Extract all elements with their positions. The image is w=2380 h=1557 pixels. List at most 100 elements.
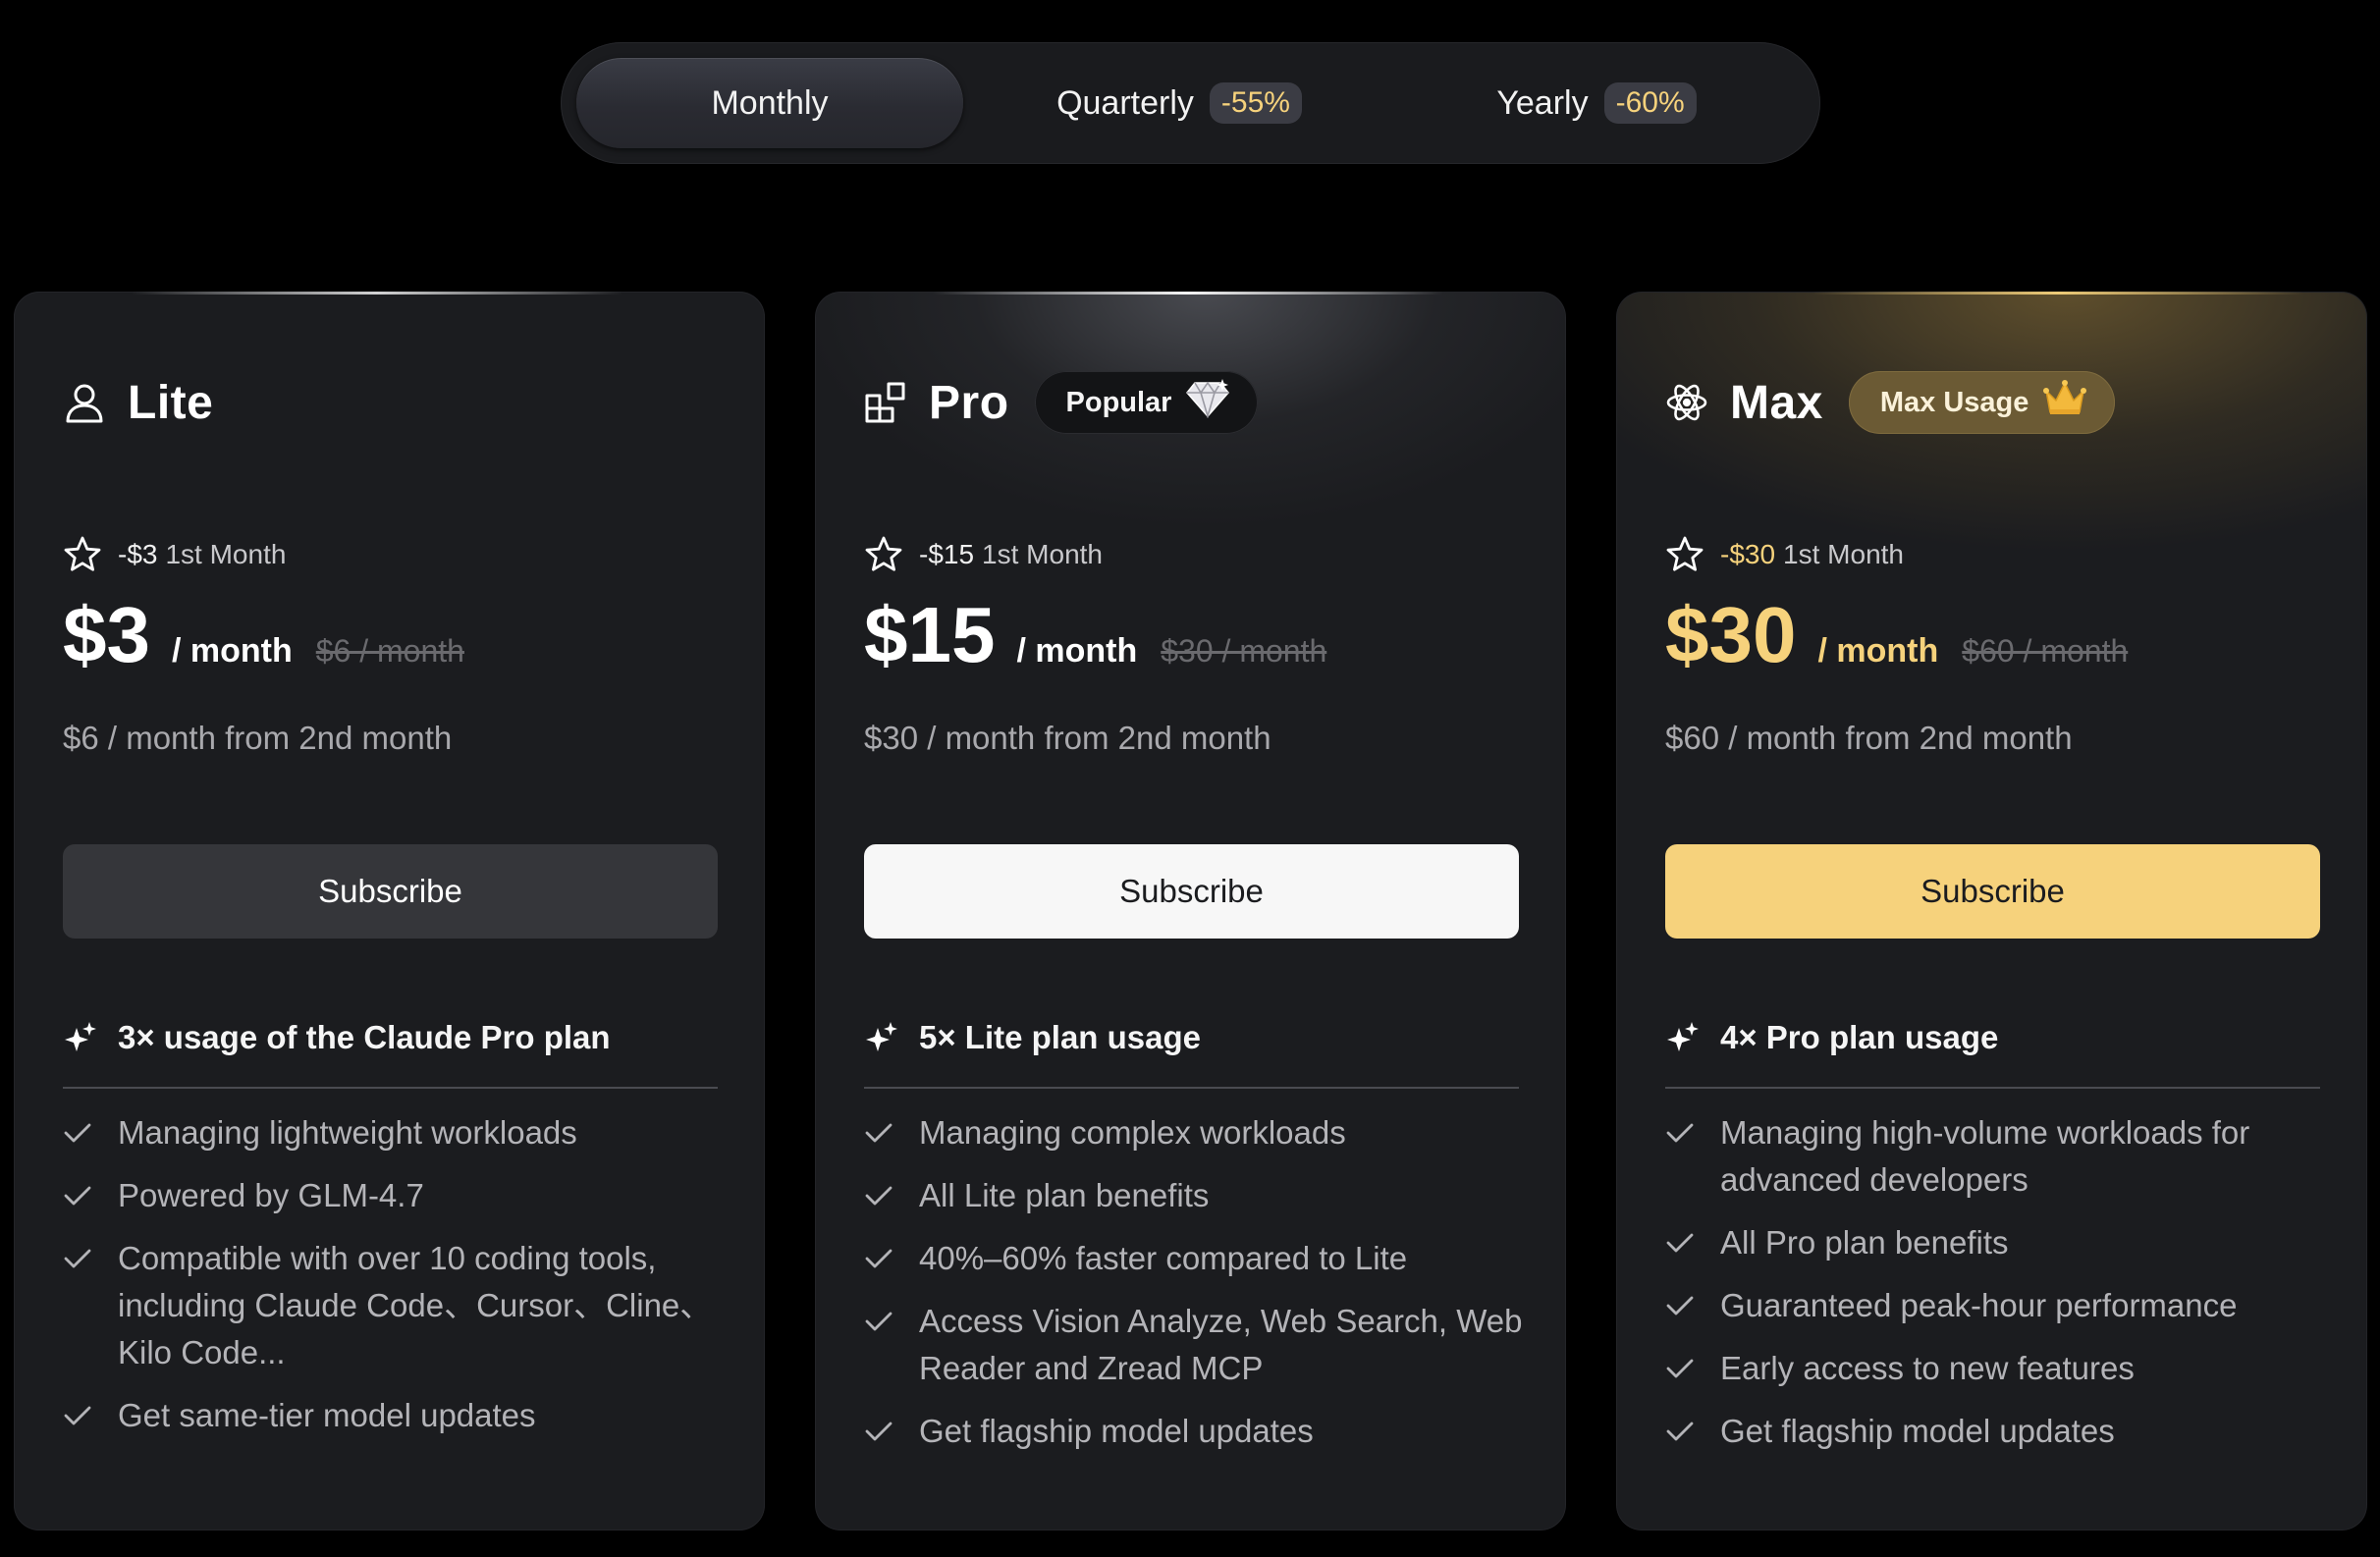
feature-item: 40%–60% faster compared to Lite [864, 1235, 1532, 1282]
highlight-text: 5× Lite plan usage [919, 1019, 1202, 1055]
price: $30 [1665, 591, 1797, 678]
renewal-price: $30 / month from 2nd month [864, 720, 1271, 756]
star-icon [1665, 535, 1704, 574]
feature-item: Early access to new features [1665, 1345, 2333, 1392]
feature-item: All Lite plan benefits [864, 1172, 1532, 1219]
plan-highlight: 3× usage of the Claude Pro plan [63, 1018, 611, 1057]
feature-text: Get flagship model updates [919, 1413, 1314, 1449]
check-icon [63, 1172, 96, 1219]
price-period: / month [1817, 632, 1939, 670]
billing-option-yearly[interactable]: Yearly -60% [1400, 58, 1793, 148]
plan-name: Max [1730, 376, 1823, 429]
billing-option-quarterly[interactable]: Quarterly -55% [983, 58, 1376, 148]
renewal-price: $60 / month from 2nd month [1665, 720, 2073, 756]
sparkle-icon [864, 1020, 899, 1055]
check-icon [864, 1109, 897, 1156]
subscribe-button[interactable]: Subscribe [1665, 844, 2320, 939]
diamond-icon [1185, 379, 1230, 426]
plan-header: Pro Popular [864, 370, 1259, 435]
feature-item: Managing complex workloads [864, 1109, 1532, 1156]
feature-text: Get same-tier model updates [118, 1397, 536, 1433]
check-icon [1665, 1282, 1699, 1329]
promo-amount: -$3 [118, 539, 158, 569]
subscribe-button[interactable]: Subscribe [864, 844, 1519, 939]
feature-text: Managing lightweight workloads [118, 1114, 577, 1151]
feature-list: Managing high-volume workloads for advan… [1665, 1109, 2333, 1471]
price: $3 [63, 591, 150, 678]
feature-text: Guaranteed peak-hour performance [1720, 1287, 2238, 1323]
atom-icon [1665, 381, 1708, 424]
feature-item: Managing high-volume workloads for advan… [1665, 1109, 2333, 1204]
plan-card-lite: Lite -$3 1st Month $3 / month $6 / month… [14, 292, 765, 1530]
feature-list: Managing complex workloads All Lite plan… [864, 1109, 1532, 1471]
billing-option-label: Yearly [1496, 83, 1589, 122]
plan-highlight: 5× Lite plan usage [864, 1018, 1201, 1057]
discount-badge: -60% [1603, 82, 1697, 124]
feature-item: Compatible with over 10 coding tools, in… [63, 1235, 730, 1376]
feature-text: Powered by GLM-4.7 [118, 1177, 424, 1213]
card-top-glow [132, 292, 622, 295]
price: $15 [864, 591, 996, 678]
card-top-glow [1812, 292, 2303, 295]
billing-option-monthly[interactable]: Monthly [576, 58, 963, 148]
feature-list: Managing lightweight workloads Powered b… [63, 1109, 730, 1455]
feature-text: Access Vision Analyze, Web Search, Web R… [919, 1303, 1523, 1386]
check-icon [1665, 1109, 1699, 1156]
promo-label: 1st Month [165, 539, 287, 569]
first-month-promo: -$15 1st Month [864, 535, 1103, 574]
check-icon [864, 1235, 897, 1282]
check-icon [864, 1298, 897, 1345]
check-icon [63, 1109, 96, 1156]
feature-item: Get same-tier model updates [63, 1392, 730, 1439]
divider [864, 1087, 1519, 1089]
plan-highlight: 4× Pro plan usage [1665, 1018, 1998, 1057]
check-icon [1665, 1219, 1699, 1266]
billing-period-toggle: Monthly Quarterly -55% Yearly -60% [561, 42, 1820, 164]
sparkle-icon [1665, 1020, 1701, 1055]
check-icon [63, 1392, 96, 1439]
user-icon [63, 381, 106, 424]
feature-text: Early access to new features [1720, 1350, 2135, 1386]
blocks-icon [864, 381, 907, 424]
crown-icon [2042, 379, 2087, 426]
highlight-text: 4× Pro plan usage [1720, 1019, 1999, 1055]
first-month-promo: -$3 1st Month [63, 535, 286, 574]
feature-item: Managing lightweight workloads [63, 1109, 730, 1156]
feature-text: All Lite plan benefits [919, 1177, 1210, 1213]
feature-item: Guaranteed peak-hour performance [1665, 1282, 2333, 1329]
check-icon [1665, 1345, 1699, 1392]
feature-text: Compatible with over 10 coding tools, in… [118, 1240, 713, 1370]
plan-header: Lite [63, 370, 213, 435]
promo-label: 1st Month [982, 539, 1103, 569]
feature-item: Access Vision Analyze, Web Search, Web R… [864, 1298, 1532, 1392]
discount-badge: -55% [1209, 82, 1302, 124]
sparkle-icon [63, 1020, 98, 1055]
check-icon [864, 1172, 897, 1219]
plan-name: Lite [128, 376, 214, 429]
plan-name: Pro [929, 376, 1009, 429]
billing-option-label: Monthly [711, 83, 829, 122]
first-month-promo: -$30 1st Month [1665, 535, 1904, 574]
popular-badge: Popular [1034, 371, 1259, 434]
renewal-price: $6 / month from 2nd month [63, 720, 453, 756]
promo-amount: -$30 [1720, 539, 1776, 569]
check-icon [864, 1408, 897, 1455]
price-row: $30 / month $60 / month [1665, 596, 2128, 674]
divider [63, 1087, 718, 1089]
price-row: $3 / month $6 / month [63, 596, 464, 674]
feature-item: Powered by GLM-4.7 [63, 1172, 730, 1219]
subscribe-button[interactable]: Subscribe [63, 844, 718, 939]
feature-text: Managing high-volume workloads for advan… [1720, 1114, 2250, 1198]
original-price: $30 / month [1161, 633, 1327, 669]
plan-header: Max Max Usage [1665, 370, 2116, 435]
promo-amount: -$15 [919, 539, 975, 569]
check-icon [63, 1235, 96, 1282]
card-top-glow [933, 292, 1443, 295]
original-price: $60 / month [1962, 633, 2129, 669]
price-row: $15 / month $30 / month [864, 596, 1326, 674]
promo-label: 1st Month [1783, 539, 1904, 569]
feature-text: Managing complex workloads [919, 1114, 1346, 1151]
star-icon [864, 535, 903, 574]
feature-item: All Pro plan benefits [1665, 1219, 2333, 1266]
feature-item: Get flagship model updates [864, 1408, 1532, 1455]
